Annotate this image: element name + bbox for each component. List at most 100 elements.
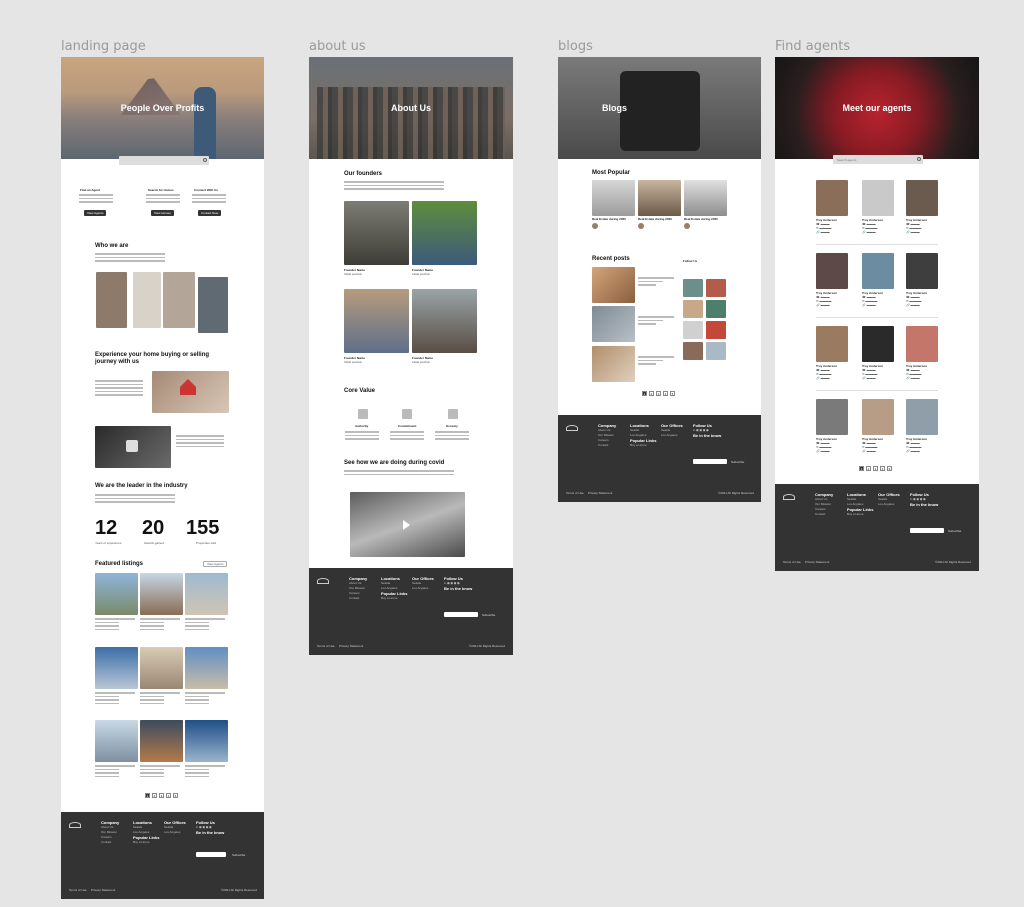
listing-details xyxy=(140,618,180,632)
founder-role: Initial position xyxy=(344,360,363,364)
agent-photo[interactable] xyxy=(816,399,848,435)
agent-photo[interactable] xyxy=(816,326,848,362)
covid-video[interactable] xyxy=(350,492,465,557)
recent-post-photo[interactable] xyxy=(592,346,635,382)
terms-link[interactable]: Terms of Use xyxy=(783,560,801,564)
team-photo xyxy=(133,272,161,328)
popular-post-photo[interactable] xyxy=(684,180,727,216)
privacy-link[interactable]: Privacy Statement xyxy=(91,888,115,892)
popular-post-title[interactable]: Real Estate during 2020 xyxy=(592,217,626,221)
founders-heading: Our founders xyxy=(344,171,383,177)
subscribe-button[interactable]: Subscribe xyxy=(482,613,495,617)
page-button[interactable]: 4 xyxy=(880,466,885,471)
page-button[interactable]: 2 xyxy=(866,466,871,471)
popular-post-photo[interactable] xyxy=(638,180,681,216)
agent-photo[interactable] xyxy=(862,253,894,289)
founder-role: Initial position xyxy=(412,360,431,364)
page-button[interactable]: 4 xyxy=(663,391,668,396)
copyright: ©2021 All Rights Reserved xyxy=(935,560,971,564)
newsletter-email-input[interactable] xyxy=(693,459,727,464)
agent-info: Troy Anderson ☎ ▬▬▬ ✉ ▬▬▬▬ 🔗 ▬▬▬ xyxy=(862,437,884,453)
agent-photo[interactable] xyxy=(862,180,894,216)
stat-value: 12 xyxy=(95,517,118,539)
agent-photo[interactable] xyxy=(906,180,938,216)
listing-photo[interactable] xyxy=(185,573,228,615)
page-button[interactable]: 5 xyxy=(670,391,675,396)
contact-now-button[interactable]: Contact Now xyxy=(198,210,222,216)
hero-search-input[interactable] xyxy=(119,156,209,165)
card-title: Search for Homes xyxy=(148,188,174,192)
listing-photo[interactable] xyxy=(95,720,138,762)
privacy-link[interactable]: Privacy Statement xyxy=(588,491,612,495)
subscribe-button[interactable]: Subscribe xyxy=(731,460,744,464)
frame-label-agents: Find agents xyxy=(775,39,851,54)
page-button[interactable]: 3 xyxy=(656,391,661,396)
subscribe-button[interactable]: Subscribe xyxy=(232,853,245,857)
listing-photo[interactable] xyxy=(185,647,228,689)
footer-follow: Follow Us in ◼ ◼ ◼ ◼ Be in the know xyxy=(196,820,225,835)
copyright: ©2021 All Rights Reserved xyxy=(469,644,505,648)
house-model-photo xyxy=(152,371,229,413)
card-text xyxy=(79,194,113,205)
agent-search-input[interactable]: Search agents xyxy=(833,155,923,164)
footer-company: Company About Us Our Mission Careers Contact xyxy=(598,423,617,447)
newsletter-email-input[interactable] xyxy=(910,528,944,533)
page-button[interactable]: 1 xyxy=(859,466,864,471)
agent-photo[interactable] xyxy=(816,180,848,216)
agent-info: Troy Anderson ☎ ▬▬▬ ✉ ▬▬▬▬ 🔗 ▬▬▬ xyxy=(862,291,884,307)
page-button[interactable]: 2 xyxy=(649,391,654,396)
most-popular-heading: Most Popular xyxy=(592,170,631,176)
hero-title: Blogs xyxy=(601,103,627,113)
page-button[interactable]: 2 xyxy=(152,793,157,798)
terms-link[interactable]: Terms of Use xyxy=(69,888,87,892)
footer-offices: Our Offices Seattle Los Angeles xyxy=(164,820,186,834)
listing-photo[interactable] xyxy=(140,573,183,615)
agent-photo[interactable] xyxy=(816,253,848,289)
privacy-link[interactable]: Privacy Statement xyxy=(339,644,363,648)
listing-photo[interactable] xyxy=(95,573,138,615)
agent-info: Troy Anderson ☎ ▬▬▬ ✉ ▬▬▬▬ 🔗 ▬▬▬ xyxy=(906,291,928,307)
page-button[interactable]: 5 xyxy=(887,466,892,471)
recent-post-photo[interactable] xyxy=(592,306,635,342)
view-agents-button[interactable]: View Agents xyxy=(84,210,107,216)
agent-photo[interactable] xyxy=(862,399,894,435)
listing-photo[interactable] xyxy=(140,647,183,689)
agent-photo[interactable] xyxy=(906,253,938,289)
terms-link[interactable]: Terms of Use xyxy=(317,644,335,648)
leader-text xyxy=(95,494,175,505)
stat-caption: Years of experience xyxy=(95,541,122,545)
listing-photo[interactable] xyxy=(95,647,138,689)
listing-details xyxy=(140,765,180,779)
footer-offices: Our Offices Seattle Los Angeles xyxy=(412,576,434,590)
page-button[interactable]: 5 xyxy=(173,793,178,798)
agent-photo[interactable] xyxy=(906,399,938,435)
page-button[interactable]: 4 xyxy=(166,793,171,798)
agent-info: Troy Anderson ☎ ▬▬▬ ✉ ▬▬▬▬ 🔗 ▬▬▬ xyxy=(862,218,884,234)
newsletter-email-input[interactable] xyxy=(196,852,226,857)
listing-photo[interactable] xyxy=(140,720,183,762)
play-icon[interactable] xyxy=(403,520,410,530)
value-icon xyxy=(448,409,458,419)
search-icon xyxy=(203,158,207,162)
page-button[interactable]: 1 xyxy=(145,793,150,798)
agent-photo[interactable] xyxy=(862,326,894,362)
page-button[interactable]: 3 xyxy=(873,466,878,471)
who-we-are-heading: Who we are xyxy=(95,243,129,249)
page-button[interactable]: 1 xyxy=(642,391,647,396)
agent-photo[interactable] xyxy=(906,326,938,362)
newsletter-email-input[interactable] xyxy=(444,612,478,617)
popular-post-title[interactable]: Real Estate during 2020 xyxy=(684,217,718,221)
terms-link[interactable]: Terms of Use xyxy=(566,491,584,495)
featured-filter-select[interactable]: View Agents xyxy=(203,561,228,567)
page-button[interactable]: 3 xyxy=(159,793,164,798)
popular-post-photo[interactable] xyxy=(592,180,635,216)
founder-photo xyxy=(344,201,409,265)
experience-heading: Experience your home buying or selling j… xyxy=(95,352,210,365)
subscribe-button[interactable]: Subscribe xyxy=(948,529,961,533)
founder-role: Initial position xyxy=(344,272,363,276)
popular-post-title[interactable]: Real Estate during 2020 xyxy=(638,217,672,221)
privacy-link[interactable]: Privacy Statement xyxy=(805,560,829,564)
recent-post-photo[interactable] xyxy=(592,267,635,303)
listing-photo[interactable] xyxy=(185,720,228,762)
view-homes-button[interactable]: View Homes xyxy=(151,210,174,216)
